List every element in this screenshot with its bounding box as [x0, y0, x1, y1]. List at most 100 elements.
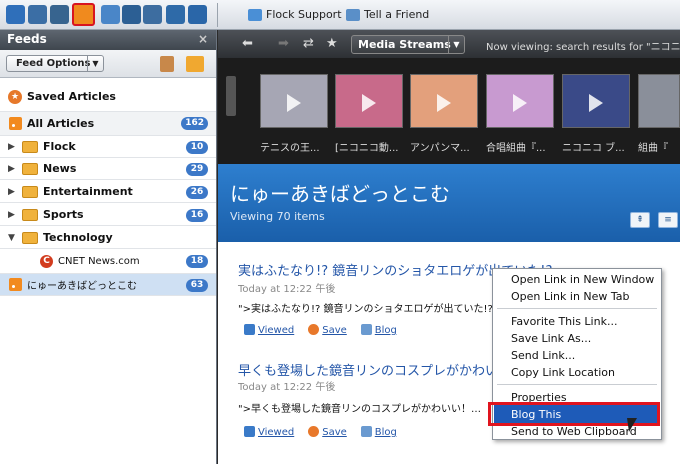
- save-button[interactable]: Save: [308, 324, 347, 336]
- media-navbar: ⬅ ➡ ⇄ ★ Media Streams ▼ Now viewing: sea…: [218, 30, 680, 58]
- count-badge: 162: [181, 117, 208, 130]
- bag-icon[interactable]: [143, 5, 162, 24]
- article-date: Today at 12:22 午後: [238, 284, 336, 295]
- feed-options-label: Feed Options: [16, 58, 91, 69]
- sidebar-item-saved[interactable]: ★ Saved Articles: [0, 82, 216, 112]
- add-folder-icon[interactable]: [186, 56, 204, 72]
- close-icon[interactable]: ×: [198, 32, 208, 46]
- menu-send-web-clipboard[interactable]: Send to Web Clipboard: [511, 425, 637, 438]
- save-icon: [308, 426, 320, 437]
- thumbnail-caption: アンパンマ...: [410, 143, 470, 154]
- camera-icon[interactable]: [50, 5, 69, 24]
- pin-icon[interactable]: [122, 5, 141, 24]
- video-thumbnail[interactable]: [638, 74, 680, 128]
- cursor-icon: [627, 418, 639, 432]
- toolbar-divider: [217, 3, 218, 27]
- menu-copy-link-location[interactable]: Copy Link Location: [511, 366, 615, 379]
- forward-icon[interactable]: ➡: [278, 36, 289, 51]
- tell-icon: [346, 8, 360, 21]
- sidebar-title: Feeds: [7, 32, 47, 46]
- media-streams-button[interactable]: Media Streams ▼: [351, 35, 465, 54]
- star-icon: ★: [8, 89, 22, 104]
- play-icon: [437, 94, 451, 112]
- thumbnail-caption: ニコニコ ブ...: [562, 143, 625, 154]
- rss-icon[interactable]: [72, 3, 95, 26]
- video-thumbnail[interactable]: [410, 74, 478, 128]
- chevron-down-icon: ▼: [448, 36, 464, 53]
- sidebar-item-flock[interactable]: ▶ Flock 10: [0, 136, 216, 158]
- thumbnail-caption: [ニコニコ動...: [335, 143, 399, 154]
- sidebar-item-sports[interactable]: ▶ Sports 16: [0, 204, 216, 226]
- save-label: Save: [322, 427, 347, 438]
- expand-icon[interactable]: ▶: [8, 210, 18, 220]
- viewed-button[interactable]: Viewed: [244, 324, 294, 336]
- collapse-icon[interactable]: ▼: [8, 233, 18, 243]
- video-thumbnail[interactable]: [486, 74, 554, 128]
- globe-icon[interactable]: [6, 5, 25, 24]
- pen-icon[interactable]: [166, 5, 185, 24]
- sidebar-item-cnet[interactable]: C CNET News.com 18: [0, 250, 216, 274]
- sidebar-item-newakiba[interactable]: にゅーあきばどっとこむ 63: [0, 274, 216, 296]
- menu-open-new-window[interactable]: Open Link in New Window: [511, 273, 654, 286]
- now-viewing-text: Now viewing: search results for "ニコニ: [486, 42, 680, 53]
- menu-save-link-as[interactable]: Save Link As...: [511, 332, 591, 345]
- expand-icon[interactable]: ▶: [8, 187, 18, 197]
- article-title-link[interactable]: 早くも登場した鏡音リンのコスプレがかわいい: [238, 360, 511, 379]
- count-badge: 29: [186, 163, 208, 176]
- expand-icon[interactable]: ▶: [8, 164, 18, 174]
- bookmark-tell-a-friend[interactable]: Tell a Friend: [346, 8, 429, 21]
- sidebar-item-label: All Articles: [27, 117, 95, 130]
- menu-open-new-tab[interactable]: Open Link in New Tab: [511, 290, 630, 303]
- pen-icon: [360, 426, 372, 437]
- expand-all-icon[interactable]: ≡: [658, 212, 678, 228]
- blog-label: Blog: [374, 325, 397, 336]
- sidebar-item-label: Technology: [43, 231, 113, 244]
- bookmark-label: Flock Support: [266, 8, 342, 21]
- feed-subtitle: Viewing 70 items: [230, 210, 325, 223]
- expand-icon[interactable]: ▶: [8, 142, 18, 152]
- article-snippet: ">実はふたなり!? 鏡音リンのショタエロゲが出ていた!?…: [238, 304, 503, 315]
- sidebar-item-label: Sports: [43, 208, 84, 221]
- count-badge: 63: [186, 279, 208, 292]
- video-thumbnail[interactable]: [335, 74, 403, 128]
- people-icon[interactable]: [28, 5, 47, 24]
- blog-button[interactable]: Blog: [360, 426, 397, 438]
- sidebar-item-entertainment[interactable]: ▶ Entertainment 26: [0, 181, 216, 203]
- menu-favorite-link[interactable]: Favorite This Link...: [511, 315, 617, 328]
- menu-separator: [497, 308, 657, 309]
- sidebar-item-label: にゅーあきばどっとこむ: [27, 281, 137, 292]
- sidebar-header: Feeds ×: [0, 30, 216, 50]
- sidebar-item-all[interactable]: All Articles 162: [0, 112, 216, 136]
- thumbnail-caption: テニスの王...: [260, 143, 320, 154]
- folder-icon: [22, 231, 38, 244]
- save-button[interactable]: Save: [308, 426, 347, 438]
- viewed-button[interactable]: Viewed: [244, 426, 294, 438]
- collapse-all-icon[interactable]: ⇞: [630, 212, 650, 228]
- cnet-icon: C: [40, 255, 53, 268]
- count-badge: 16: [186, 209, 208, 222]
- star-icon[interactable]: [101, 5, 120, 24]
- menu-send-link[interactable]: Send Link...: [511, 349, 575, 362]
- sidebar-item-technology[interactable]: ▼ Technology: [0, 227, 216, 249]
- viewed-label: Viewed: [258, 325, 295, 336]
- count-badge: 10: [186, 141, 208, 154]
- upload-icon[interactable]: [188, 5, 207, 24]
- sidebar-item-news[interactable]: ▶ News 29: [0, 158, 216, 180]
- sidebar-item-label: News: [43, 162, 77, 175]
- bookmark-flock-support[interactable]: Flock Support: [248, 8, 342, 21]
- article-date: Today at 12:22 午後: [238, 382, 336, 393]
- star-icon[interactable]: ★: [326, 36, 338, 51]
- flock-icon: [248, 8, 262, 21]
- blog-button[interactable]: Blog: [360, 324, 397, 336]
- bookmark-label: Tell a Friend: [364, 8, 430, 21]
- thumbnail-caption: 組曲『: [638, 143, 668, 154]
- video-thumbnail[interactable]: [562, 74, 630, 128]
- menu-separator: [497, 384, 657, 385]
- feed-options-button[interactable]: Feed Options ▼: [6, 55, 104, 72]
- video-thumbnail[interactable]: [260, 74, 328, 128]
- tools-icon[interactable]: [160, 56, 174, 72]
- back-icon[interactable]: ⬅: [242, 36, 253, 51]
- media-strip: テニスの王... [ニコニコ動... アンパンマ... 合唱組曲『... ニコニ…: [218, 58, 680, 164]
- refresh-icon[interactable]: ⇄: [303, 36, 314, 51]
- scroll-left-icon[interactable]: [226, 76, 236, 116]
